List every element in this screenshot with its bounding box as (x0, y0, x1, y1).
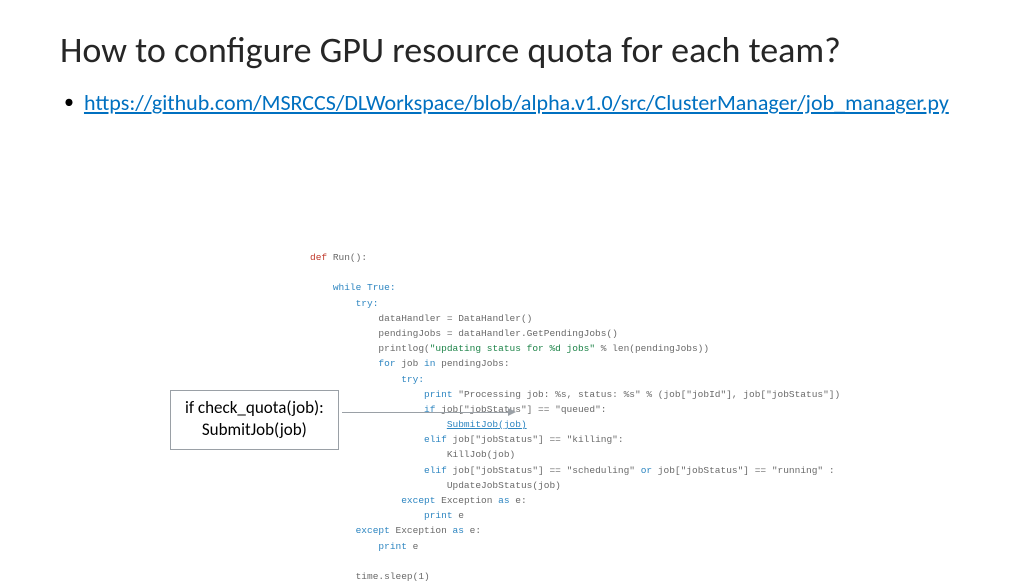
callout-line1: if check_quota(job): (185, 397, 324, 419)
callout-line2: SubmitJob(job) (185, 419, 324, 441)
link-bullet: • https://github.com/MSRCCS/DLWorkspace/… (60, 89, 964, 118)
bullet-dot: • (64, 89, 74, 115)
callout-arrow-icon (508, 408, 516, 416)
code-snippet: def Run(): while True: try: dataHandler … (310, 250, 840, 584)
github-link[interactable]: https://github.com/MSRCCS/DLWorkspace/bl… (84, 89, 949, 118)
submit-job-call: SubmitJob(job) (447, 419, 527, 430)
slide-title: How to configure GPU resource quota for … (60, 30, 964, 71)
callout-box: if check_quota(job): SubmitJob(job) (170, 390, 339, 450)
callout-connector (342, 412, 512, 413)
